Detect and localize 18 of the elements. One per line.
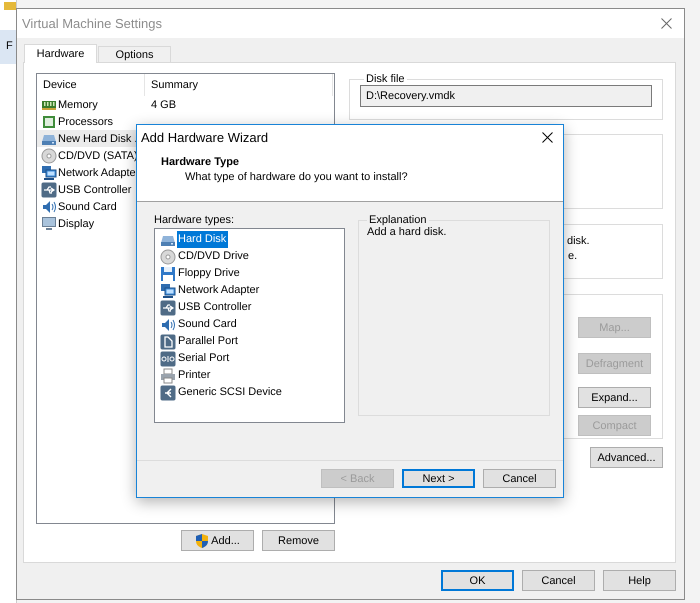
group-label: Disk file bbox=[365, 73, 406, 85]
info-text: e. bbox=[568, 250, 578, 262]
device-summary: 4 GB bbox=[150, 98, 176, 110]
device-name: USB Controller bbox=[58, 184, 132, 196]
device-name: Memory bbox=[58, 98, 98, 110]
device-name: Network Adapte bbox=[58, 166, 136, 178]
device-name: Display bbox=[58, 218, 94, 230]
page-subheading: What type of hardware do you want to install? bbox=[184, 171, 409, 183]
window-title: Virtual Machine Settings bbox=[22, 16, 162, 31]
info-text: disk. bbox=[567, 235, 591, 247]
list-label: Hardware types: bbox=[154, 214, 236, 226]
explanation-text: Add a hard disk. bbox=[367, 226, 446, 238]
page-heading: Hardware Type bbox=[161, 156, 240, 168]
dialog-title: Add Hardware Wizard bbox=[141, 130, 268, 145]
device-name: Sound Card bbox=[58, 200, 117, 212]
device-name: New Hard Disk . bbox=[58, 132, 138, 144]
device-name: Processors bbox=[58, 116, 114, 128]
group-label: Explanation bbox=[368, 214, 428, 226]
